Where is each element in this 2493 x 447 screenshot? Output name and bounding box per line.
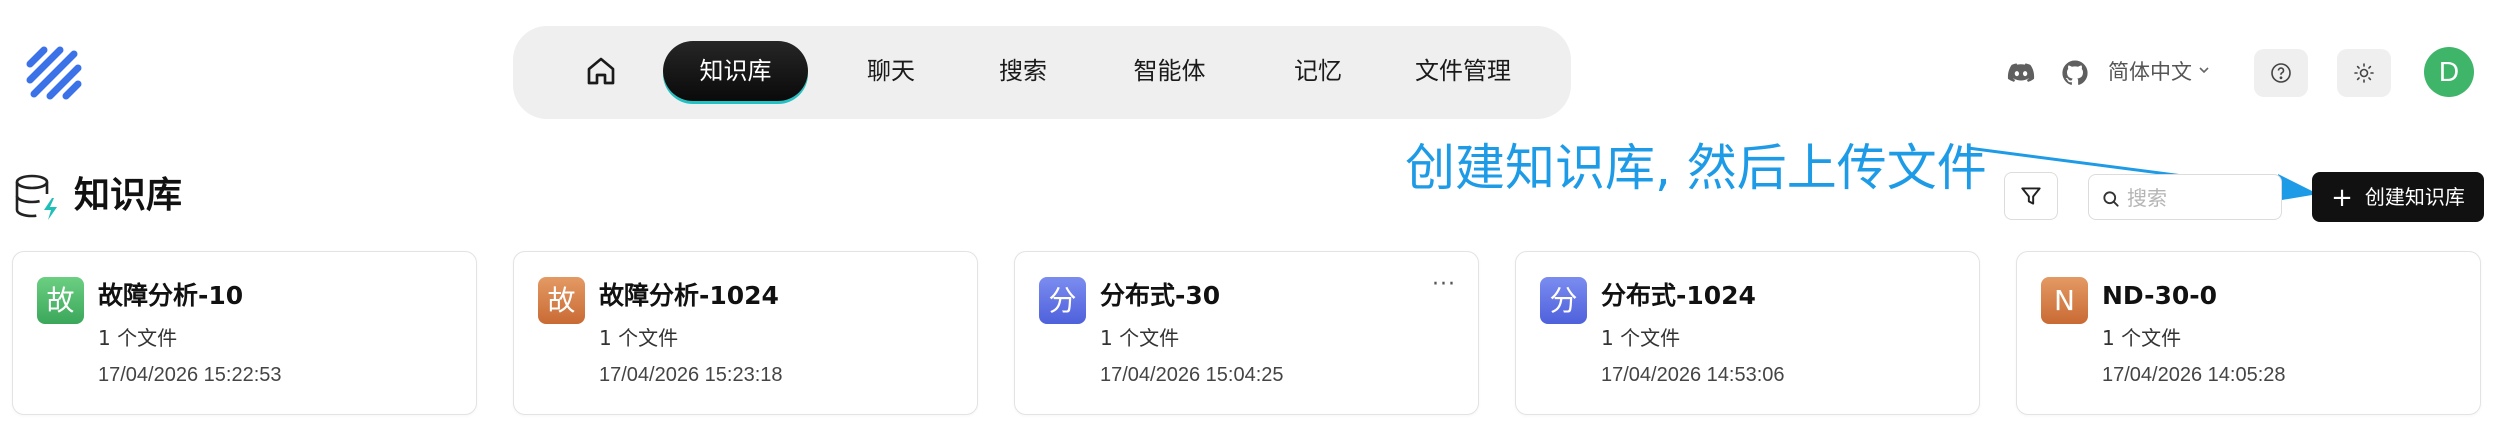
card-avatar-icon: N <box>2041 277 2088 324</box>
card-date: 17/04/2026 15:04:25 <box>1100 364 1284 386</box>
card-avatar-icon: 故 <box>538 277 585 324</box>
filter-icon <box>2021 187 2041 205</box>
card-file-count: 1 个文件 <box>1601 326 1681 350</box>
create-button-label: 创建知识库 <box>2364 185 2465 209</box>
home-icon <box>587 57 615 85</box>
card-file-count: 1 个文件 <box>2102 326 2182 350</box>
user-avatar[interactable]: D <box>2424 47 2474 97</box>
card-file-count: 1 个文件 <box>1100 326 1180 350</box>
nav-tab-agent[interactable]: 智能体 <box>1097 41 1242 101</box>
card-date: 17/04/2026 14:05:28 <box>2102 364 2286 386</box>
help-icon <box>2271 63 2291 83</box>
nav-home[interactable] <box>569 41 633 101</box>
app-logo-icon[interactable] <box>24 42 86 104</box>
chevron-down-icon <box>2199 67 2209 74</box>
knowledge-base-card[interactable]: N ND-30-0 1 个文件 17/04/2026 14:05:28 <box>2016 251 2481 415</box>
knowledge-base-card[interactable]: 故 故障分析-1024 1 个文件 17/04/2026 15:23:18 <box>513 251 978 415</box>
knowledge-base-card[interactable]: 故 故障分析-10 1 个文件 17/04/2026 15:22:53 <box>12 251 477 415</box>
annotation-text: 创建知识库, 然后上传文件 <box>1405 139 1987 197</box>
filter-button[interactable] <box>2004 172 2058 220</box>
card-date: 17/04/2026 15:23:18 <box>599 364 783 386</box>
create-knowledge-base-button[interactable]: + 创建知识库 <box>2312 172 2484 222</box>
card-avatar-icon: 分 <box>1039 277 1086 324</box>
help-button[interactable] <box>2254 49 2308 97</box>
search-icon <box>2103 191 2119 207</box>
knowledge-base-list: 故 故障分析-10 1 个文件 17/04/2026 15:22:53 故 故障… <box>12 251 2482 416</box>
theme-sun-icon <box>2354 63 2374 83</box>
main-nav: 知识库 聊天 搜索 智能体 记忆 文件管理 <box>513 26 1571 119</box>
github-icon[interactable] <box>2060 58 2090 88</box>
nav-tab-knowledge-base[interactable]: 知识库 <box>663 41 808 101</box>
database-icon <box>15 174 57 220</box>
language-label: 简体中文 <box>2108 60 2192 84</box>
search-box <box>2088 174 2282 220</box>
card-file-count: 1 个文件 <box>599 326 679 350</box>
nav-tab-file-management[interactable]: 文件管理 <box>1383 41 1543 101</box>
search-input[interactable] <box>2127 183 2267 213</box>
card-avatar-icon: 分 <box>1540 277 1587 324</box>
card-date: 17/04/2026 15:22:53 <box>98 364 282 386</box>
language-select[interactable]: 简体中文 <box>2108 56 2210 88</box>
discord-icon[interactable] <box>2006 58 2036 88</box>
nav-tab-search[interactable]: 搜索 <box>963 41 1083 101</box>
card-title: ND-30-0 <box>2102 281 2218 310</box>
knowledge-base-card[interactable]: 分 分布式-1024 1 个文件 17/04/2026 14:53:06 <box>1515 251 1980 415</box>
card-title: 故障分析-10 <box>98 281 244 310</box>
knowledge-base-card[interactable]: 分 分布式-30 1 个文件 17/04/2026 15:04:25 ··· <box>1014 251 1479 415</box>
more-options-icon[interactable]: ··· <box>1432 272 1456 297</box>
card-title: 故障分析-1024 <box>599 281 779 310</box>
card-date: 17/04/2026 14:53:06 <box>1601 364 1785 386</box>
nav-tab-chat[interactable]: 聊天 <box>831 41 951 101</box>
card-file-count: 1 个文件 <box>98 326 178 350</box>
card-avatar-icon: 故 <box>37 277 84 324</box>
theme-toggle-button[interactable] <box>2337 49 2391 97</box>
card-title: 分布式-1024 <box>1601 281 1756 310</box>
page-title: 知识库 <box>74 175 183 216</box>
nav-tab-memory[interactable]: 记忆 <box>1258 41 1378 101</box>
plus-icon: + <box>2331 183 2353 213</box>
card-title: 分布式-30 <box>1100 281 1221 310</box>
